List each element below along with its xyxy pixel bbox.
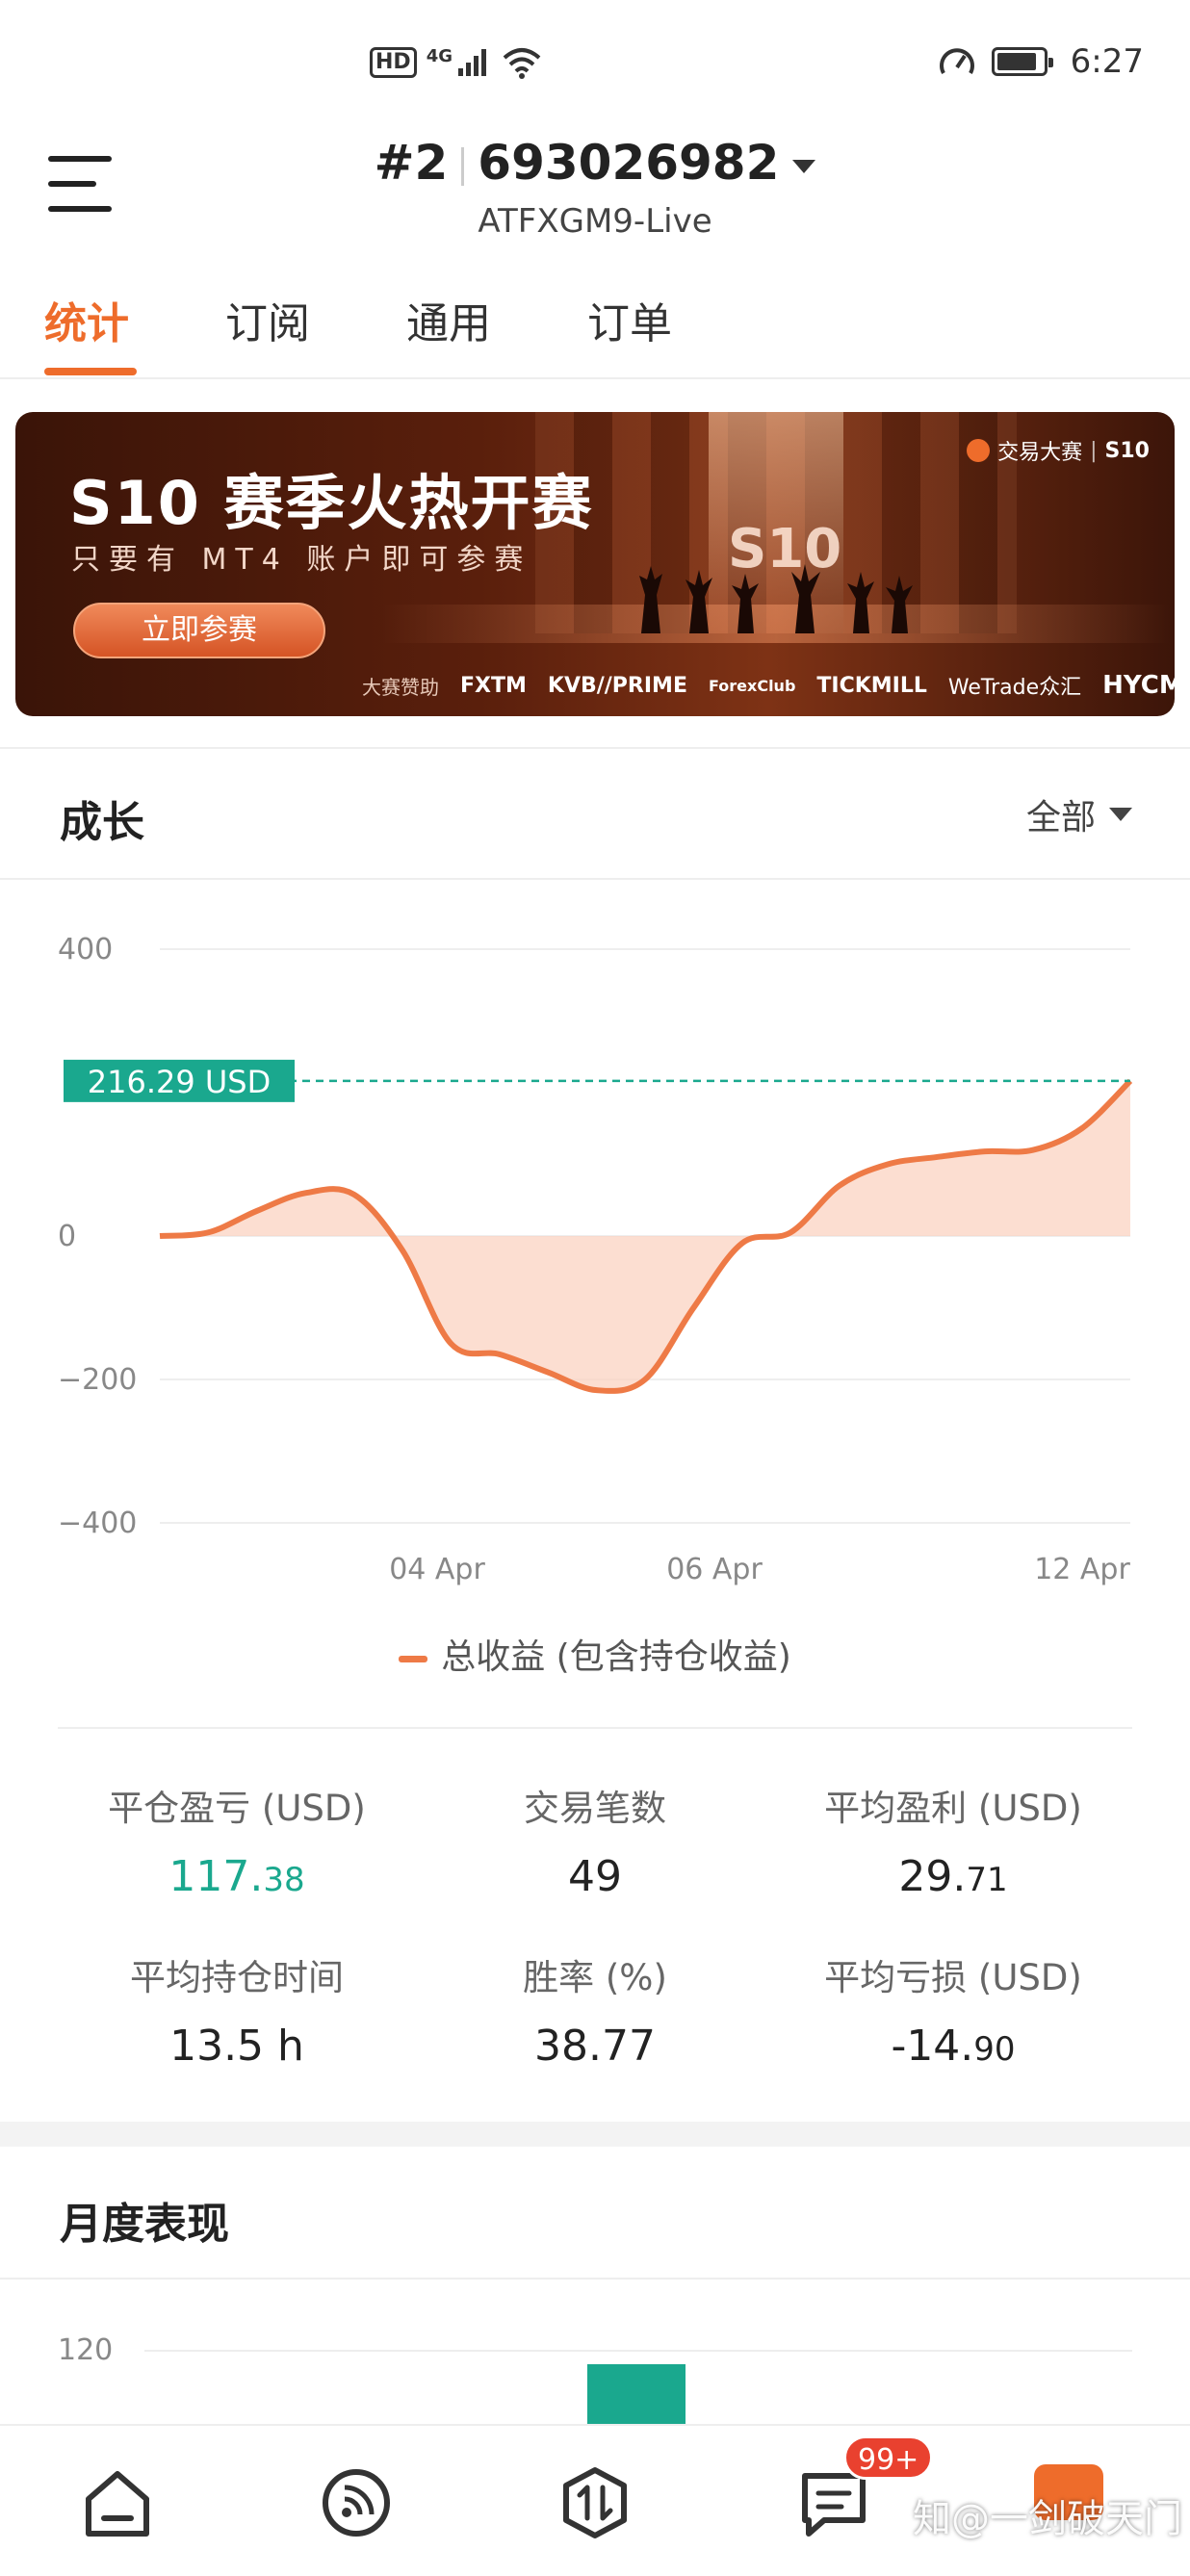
tab-bar: 统计 订阅 通用 订单 (0, 279, 1190, 379)
tab-general[interactable]: 通用 (406, 289, 491, 350)
stat-closed-pnl: 平仓盈亏 (USD) 117.38 (108, 1788, 366, 1901)
network-type: 4G (426, 45, 453, 66)
promo-banner[interactable]: S10 赛季火热开赛 只要有 MT4 账户即可参赛 立即参赛 S10 交易大赛 … (15, 412, 1175, 716)
tab-subscribe[interactable]: 订阅 (225, 289, 310, 350)
account-selector[interactable]: #2 693026982 (0, 135, 1190, 191)
sponsor-tickmill: TICKMILL (816, 673, 927, 698)
banner-title: S10 赛季火热开赛 (69, 468, 594, 538)
tab-active-indicator (44, 368, 137, 375)
sponsor-row: 大赛赞助 FXTM KVB//PRIME ForexClub TICKMILL … (362, 666, 1175, 705)
x-tick-label: 12 Apr (1034, 1553, 1130, 1586)
feed-icon[interactable] (318, 2464, 395, 2541)
wifi-icon (503, 48, 541, 79)
monthly-chart (144, 2350, 1132, 2426)
clock: 6:27 (1070, 42, 1144, 81)
banner-subtitle: 只要有 MT4 账户即可参赛 (71, 543, 532, 577)
watermark: 知@一剑破天门 (913, 2497, 1182, 2541)
y-tick-label: 0 (58, 1220, 76, 1253)
account-number: 693026982 (478, 135, 780, 191)
stat-trade-count: 交易笔数 49 (524, 1788, 666, 1901)
account-index: #2 (374, 135, 449, 191)
range-value: 全部 (1025, 798, 1096, 837)
divider (0, 2278, 1190, 2280)
y-tick-label: −200 (58, 1363, 137, 1397)
signal-icon (458, 49, 486, 76)
sponsor-forexclub: ForexClub (708, 676, 796, 695)
message-badge: 99+ (843, 2435, 934, 2480)
growth-chart: 400 0 −200 −400 04 Apr 06 Apr 12 Apr 216.29 USD (0, 905, 1190, 1617)
sponsor-fxtm: FXTM (460, 673, 527, 698)
legend-label: 总收益 (包含持仓收益) (441, 1637, 791, 1677)
sponsor-hycm: HYCM (1102, 671, 1175, 700)
status-right: 6:27 (938, 42, 1144, 81)
tab-stats[interactable]: 统计 (44, 289, 129, 350)
sponsor-wetrade: WeTrade众汇 (947, 676, 1082, 700)
stat-avg-loss: 平均亏损 (USD) -14.90 (824, 1957, 1082, 2071)
x-tick-label: 06 Apr (666, 1553, 763, 1586)
y-tick-label: −400 (58, 1507, 137, 1540)
join-button[interactable]: 立即参赛 (73, 603, 325, 658)
monthly-title: 月度表现 (60, 2200, 229, 2249)
home-icon[interactable] (79, 2464, 156, 2541)
speed-icon (939, 48, 974, 74)
legend-swatch (399, 1655, 428, 1662)
tab-orders[interactable]: 订单 (587, 289, 672, 350)
chevron-down-icon (792, 159, 816, 173)
hd-icon: HD (370, 47, 417, 78)
brand-logo-icon (967, 439, 991, 462)
growth-chart-svg: 400 0 −200 −400 04 Apr 06 Apr 12 Apr 216.29 USD (58, 933, 1133, 1586)
trade-icon[interactable] (556, 2464, 634, 2541)
network-indicators: HD 4G (370, 46, 543, 79)
banner-s10-badge: S10 (728, 518, 842, 580)
server-name: ATFXGM9-Live (478, 202, 712, 241)
stat-avg-hold-time: 平均持仓时间 13.5 h (130, 1957, 344, 2071)
x-tick-label: 04 Apr (389, 1553, 485, 1586)
banner-brand: 交易大赛 | S10 (967, 435, 1150, 466)
divider (0, 747, 1190, 749)
sponsor-kvb: KVB//PRIME (547, 673, 687, 698)
y-tick-label: 400 (58, 933, 113, 966)
section-separator (0, 2122, 1190, 2147)
chevron-down-icon (1109, 808, 1132, 821)
status-bar: HD 4G 6:27 (0, 0, 1190, 125)
growth-title: 成长 (60, 798, 144, 847)
chart-legend[interactable]: 总收益 (包含持仓收益) (0, 1629, 1190, 1679)
app-header: #2 693026982 ATFXGM9-Live (0, 125, 1190, 250)
battery-icon (991, 47, 1053, 76)
divider (0, 878, 1190, 880)
current-value-label: 216.29 USD (88, 1064, 272, 1100)
monthly-bar (587, 2364, 686, 2426)
stat-win-rate: 胜率 (%) 38.77 (523, 1957, 667, 2071)
stat-avg-profit: 平均盈利 (USD) 29.71 (824, 1788, 1082, 1901)
divider (58, 1727, 1132, 1729)
range-dropdown[interactable]: 全部 (1026, 789, 1132, 839)
